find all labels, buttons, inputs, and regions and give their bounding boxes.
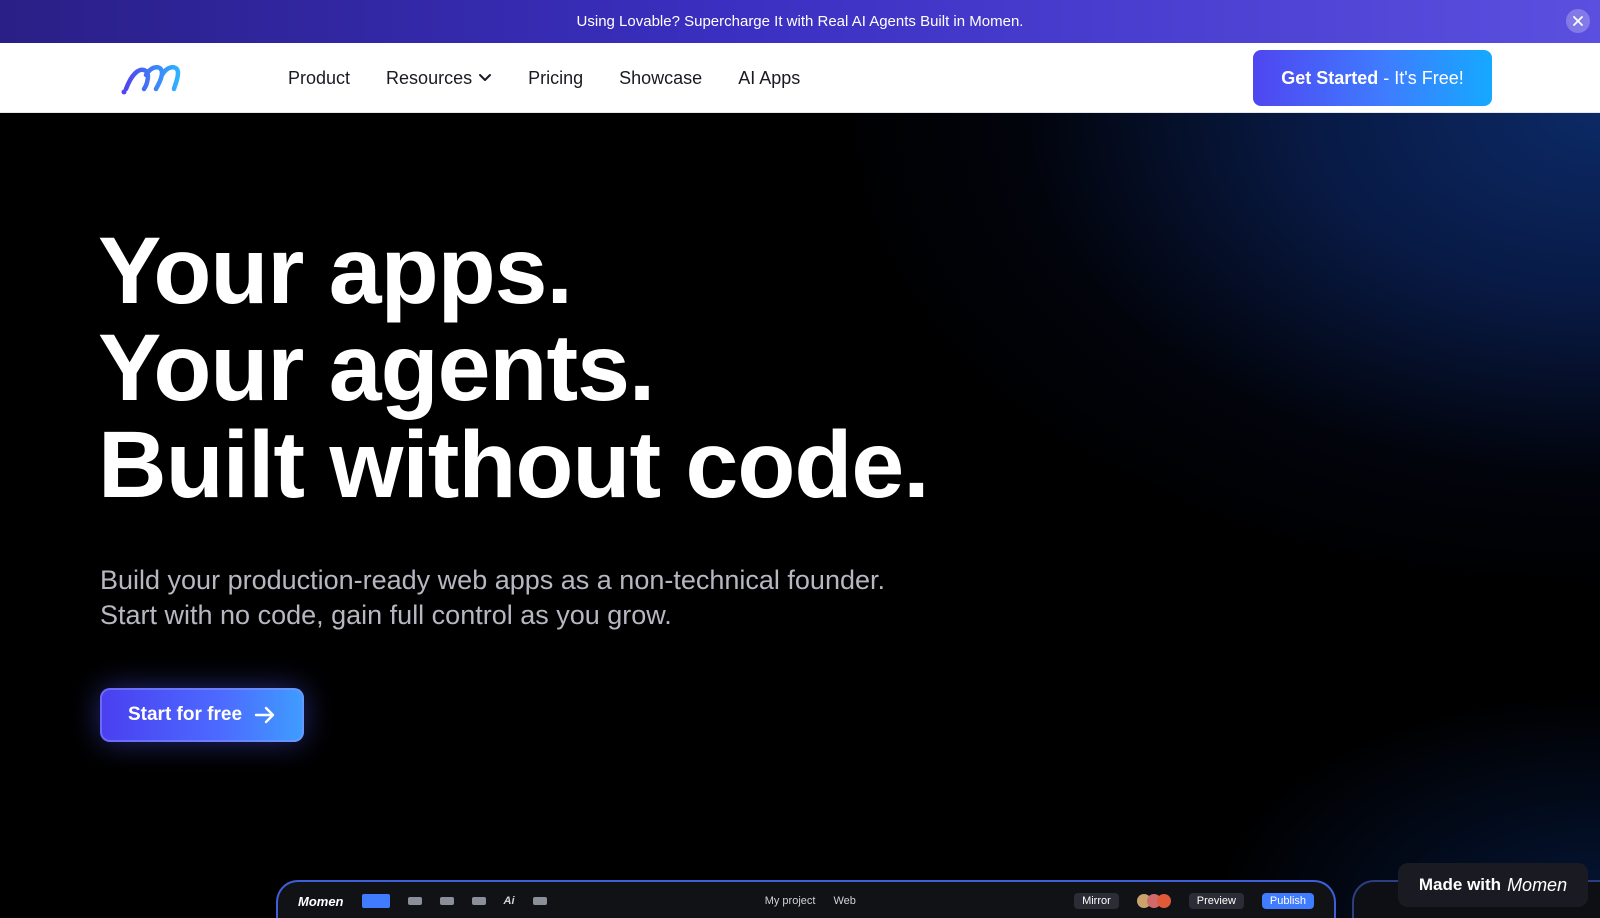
announcement-banner[interactable]: Using Lovable? Supercharge It with Real … [0,0,1600,43]
platform-selector: Web [833,895,856,907]
nav-item-label: Product [288,67,351,88]
headline-line-3: Built without code. [98,412,930,518]
close-icon[interactable] [1566,9,1590,33]
momen-logo[interactable] [120,59,190,97]
hero-headline: Your apps. Your agents. Built without co… [98,218,930,518]
arrow-right-icon [254,706,275,724]
start-for-free-button[interactable]: Start for free [100,688,304,742]
logic-tool-icon [407,897,422,905]
editor-toolbar: Momen Ai My project Web Mirror Preview P… [298,890,1314,912]
editor-preview: Momen Ai My project Web Mirror Preview P… [276,880,1336,918]
nav-item-label: Pricing [528,67,584,88]
mirror-pill: Mirror [1074,893,1119,909]
cta-rest-label: - It's Free! [1378,67,1464,88]
nav-item-showcase[interactable]: Showcase [619,68,702,89]
top-nav: Product Resources Pricing Showcase AI Ap… [0,43,1600,113]
nav-item-label: Showcase [619,67,703,88]
hero-subheadline: Build your production-ready web apps as … [100,563,885,633]
sub-line-1: Build your production-ready web apps as … [100,565,885,595]
made-with-badge[interactable]: Made with Momen [1398,863,1588,907]
nav-item-label: AI Apps [738,67,801,88]
headline-line-2: Your agents. [98,315,655,421]
nav-item-pricing[interactable]: Pricing [528,68,583,89]
nav-item-product[interactable]: Product [288,68,350,89]
chevron-down-icon [479,74,492,81]
made-with-label: Made with [1418,875,1502,894]
nav-item-ai-apps[interactable]: AI Apps [738,68,800,89]
preview-pill: Preview [1188,893,1244,909]
start-label: Start for free [127,704,243,725]
get-started-button[interactable]: Get Started - It's Free! [1253,50,1492,106]
cta-bold-label: Get Started [1281,67,1379,88]
announcement-text[interactable]: Using Lovable? Supercharge It with Real … [577,13,1024,30]
editor-brand: Momen [298,893,344,909]
sub-line-2: Start with no code, gain full control as… [100,600,672,630]
data-tool-icon [471,897,486,905]
nav-item-label: Resources [386,67,473,88]
momen-wordmark: Momen [1507,874,1568,895]
headline-line-1: Your apps. [98,218,573,324]
settings-icon [532,897,547,905]
ai-tool-label: Ai [503,895,515,907]
hero-section: Your apps. Your agents. Built without co… [0,113,1600,918]
nav-item-resources[interactable]: Resources [386,68,492,89]
project-selector: My project [764,895,816,907]
nav-links: Product Resources Pricing Showcase AI Ap… [288,43,800,113]
layout-tool-icon [361,894,390,908]
publish-pill: Publish [1261,893,1314,909]
avatar [1156,894,1171,908]
design-tool-icon [439,897,454,905]
